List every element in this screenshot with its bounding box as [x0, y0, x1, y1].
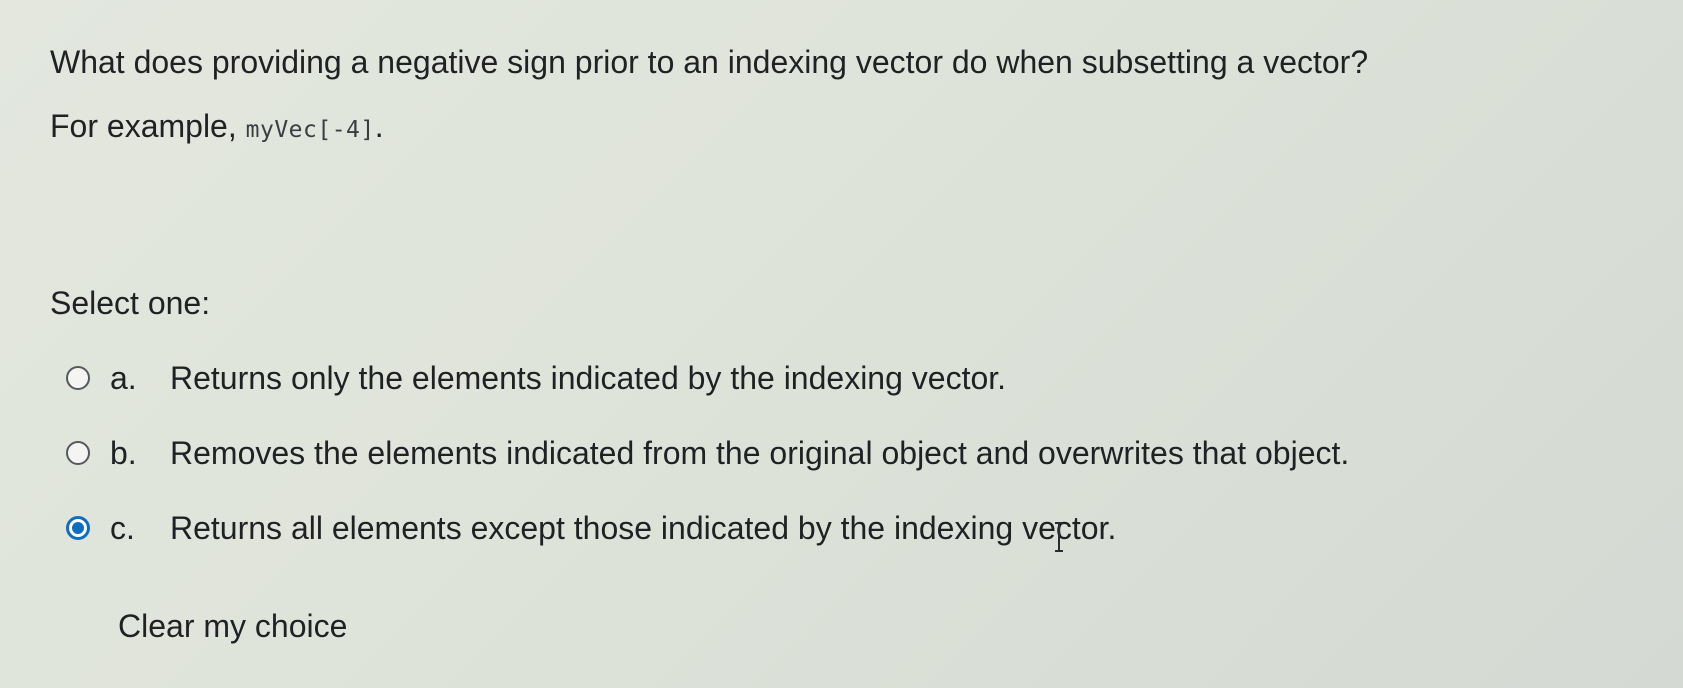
answer-option-b[interactable]: b. Removes the elements indicated from t… [66, 433, 1349, 473]
answer-text[interactable]: Removes the elements indicated from the … [170, 435, 1349, 472]
text-cursor-icon [1055, 522, 1063, 552]
answer-option-a[interactable]: a. Returns only the elements indicated b… [66, 358, 1006, 398]
answer-letter: c. [110, 509, 135, 546]
radio-unchecked-icon[interactable] [66, 441, 90, 465]
example-code: myVec[-4] [245, 117, 375, 143]
answer-letter: a. [110, 359, 137, 396]
example-suffix: . [374, 108, 384, 144]
answer-text[interactable]: Returns only the elements indicated by t… [170, 360, 1006, 397]
radio-unchecked-icon[interactable] [66, 366, 90, 390]
question-block: What does providing a negative sign prio… [50, 42, 1650, 150]
answer-text[interactable]: Returns all elements except those indica… [170, 510, 1116, 547]
radio-checked-icon[interactable] [66, 516, 90, 540]
answer-letter: b. [110, 434, 137, 471]
example-prefix: For example, [50, 108, 246, 144]
answer-option-c[interactable]: c. Returns all elements except those ind… [66, 508, 1116, 548]
question-example: For example, myVec[-4]. [50, 106, 1650, 150]
clear-choice-link[interactable]: Clear my choice [118, 606, 347, 646]
question-text: What does providing a negative sign prio… [50, 44, 1369, 80]
select-one-prompt: Select one: [50, 285, 211, 321]
